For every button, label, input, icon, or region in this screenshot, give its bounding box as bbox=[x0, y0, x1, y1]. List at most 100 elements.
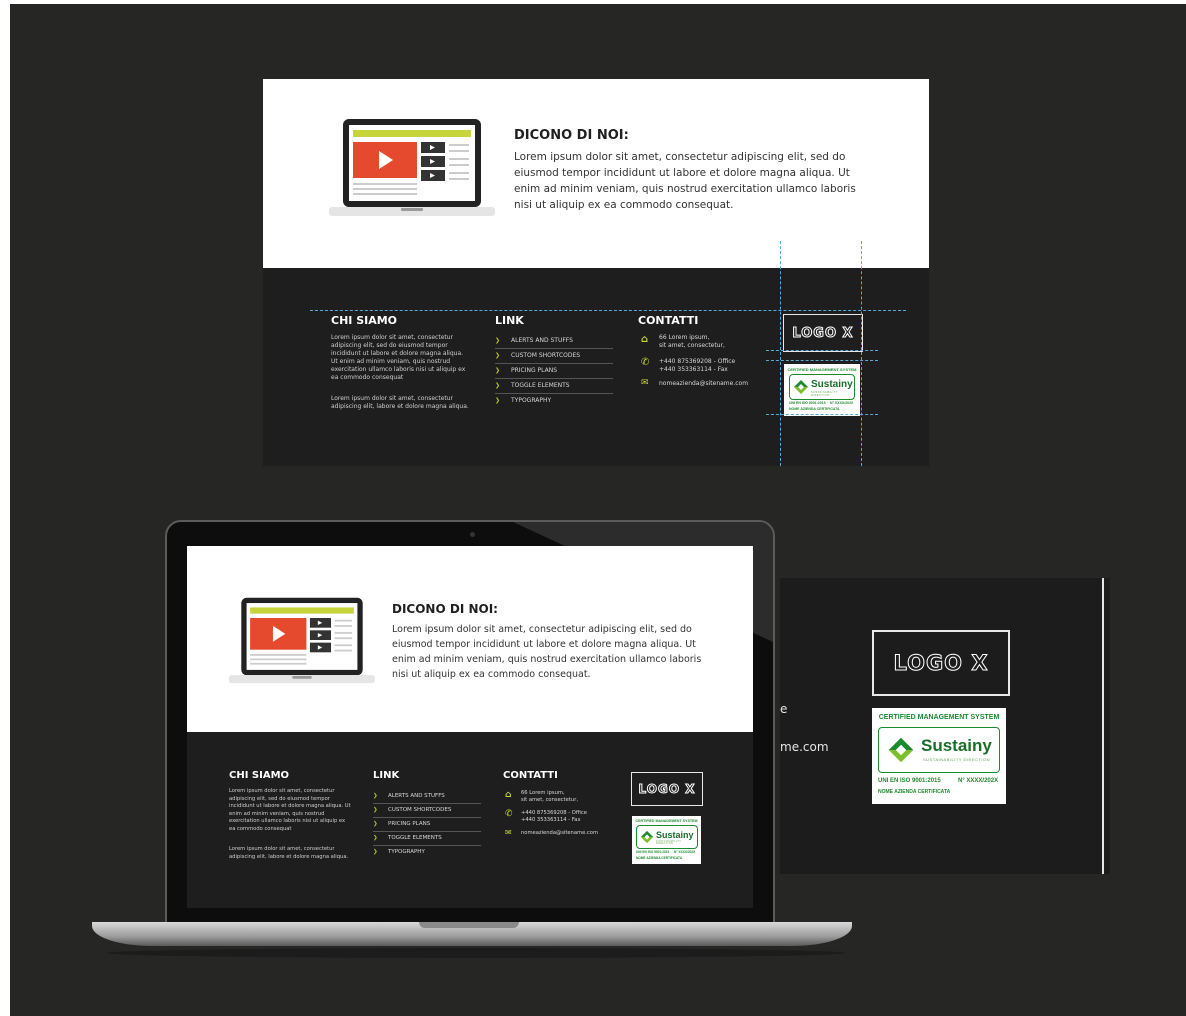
chi-siamo-paragraph-1: Lorem ipsum dolor sit amet, consectetur … bbox=[229, 788, 351, 832]
laptop-mockup-content: DICONO DI NOI: Lorem ipsum dolor sit ame… bbox=[187, 546, 753, 732]
chevron-right-icon: ❯ bbox=[373, 821, 378, 827]
contact-address: ⌂ 66 Lorem ipsum, sit amet, consectetur, bbox=[641, 334, 789, 350]
contact-phone: ✆ +440 875369208 - Office +440 353363114… bbox=[505, 810, 631, 824]
contact-email[interactable]: ✉ nomeazienda@sitename.com bbox=[641, 378, 789, 388]
chevron-right-icon: ❯ bbox=[495, 382, 501, 389]
cert-standard: UNI EN ISO 9001:2015 bbox=[789, 401, 826, 405]
footer-link-typography[interactable]: ❯ TYPOGRAPHY bbox=[373, 846, 481, 859]
contact-email[interactable]: ✉ nomeazienda@sitename.com bbox=[505, 828, 631, 837]
chevron-right-icon: ❯ bbox=[495, 397, 501, 404]
footer-link-typography[interactable]: ❯ TYPOGRAPHY bbox=[495, 394, 613, 408]
laptop-video-illustration bbox=[329, 119, 495, 216]
chevron-right-icon: ❯ bbox=[373, 849, 378, 855]
footer-link-label: TYPOGRAPHY bbox=[388, 849, 425, 855]
footer-link-label: TOGGLE ELEMENTS bbox=[511, 382, 570, 389]
chevron-right-icon: ❯ bbox=[495, 337, 501, 344]
footer-link-toggle[interactable]: ❯ TOGGLE ELEMENTS bbox=[373, 832, 481, 846]
email-text: nomeazienda@sitename.com bbox=[521, 830, 598, 836]
chevron-right-icon: ❯ bbox=[373, 807, 378, 813]
footer-link-list: ❯ ALERTS AND STUFFS ❯ CUSTOM SHORTCODES ❯ P… bbox=[495, 334, 613, 408]
contatti-title: CONTATTI bbox=[503, 770, 558, 781]
link-title: LINK bbox=[373, 770, 400, 781]
address-line-1: 66 Lorem ipsum, bbox=[521, 790, 565, 796]
home-icon: ⌂ bbox=[641, 334, 649, 345]
sustainy-arrows-icon bbox=[888, 737, 914, 763]
laptop-shadow bbox=[106, 948, 846, 958]
cert-brand-box: Sustainy SUSTAINABILITY DIRECTION bbox=[789, 374, 855, 400]
cert-brand-sub: SUSTAINABILITY DIRECTION bbox=[656, 841, 682, 845]
chevron-right-icon: ❯ bbox=[495, 352, 501, 359]
footer-link-toggle[interactable]: ❯ TOGGLE ELEMENTS bbox=[495, 379, 613, 394]
link-title: LINK bbox=[495, 314, 524, 327]
testimonial-body: Lorem ipsum dolor sit amet, consectetur … bbox=[392, 624, 702, 680]
cert-brand-box: Sustainy SUSTAINABILITY DIRECTION bbox=[636, 825, 698, 849]
sustainy-arrows-icon bbox=[640, 830, 654, 844]
email-text: nomeazienda@sitename.com bbox=[659, 380, 749, 387]
footer-link-label: CUSTOM SHORTCODES bbox=[388, 807, 452, 813]
cert-brand: Sustainy bbox=[921, 736, 992, 755]
zoom-panel-edge bbox=[1102, 578, 1104, 874]
logo-x: LOGO X bbox=[783, 314, 863, 352]
laptop-video-illustration bbox=[229, 597, 375, 684]
cert-brand-sub: SUSTAINABILITY DIRECTION bbox=[811, 391, 838, 397]
footer-link-pricing[interactable]: ❯ PRICING PLANS bbox=[373, 818, 481, 832]
guide-line bbox=[780, 241, 781, 466]
testimonial-body: Lorem ipsum dolor sit amet, consectetur … bbox=[514, 151, 856, 211]
laptop-screen-bezel: DICONO DI NOI: Lorem ipsum dolor sit ame… bbox=[165, 520, 775, 932]
footer-link-alerts[interactable]: ❯ ALERTS AND STUFFS bbox=[495, 334, 613, 349]
footer-link-alerts[interactable]: ❯ ALERTS AND STUFFS bbox=[373, 790, 481, 804]
cert-brand: Sustainy bbox=[656, 830, 694, 840]
cert-header: CERTIFIED MANAGEMENT SYSTEM bbox=[635, 819, 698, 823]
laptop-notch bbox=[419, 922, 519, 928]
certification-badge: CERTIFIED MANAGEMENT SYSTEM Sustainy SUS… bbox=[784, 364, 860, 416]
contact-address: ⌂ 66 Lorem ipsum, sit amet, consectetur, bbox=[505, 790, 631, 804]
cert-number: N° XXXX/202X bbox=[958, 778, 999, 784]
guide-line bbox=[310, 310, 906, 311]
cert-number: N° XXXX/202X bbox=[830, 401, 854, 405]
footer-link-label: ALERTS AND STUFFS bbox=[511, 337, 573, 344]
laptop-mockup-footer: CHI SIAMO Lorem ipsum dolor sit amet, co… bbox=[187, 732, 753, 908]
cert-header: CERTIFIED MANAGEMENT SYSTEM bbox=[787, 367, 857, 372]
chi-siamo-title: CHI SIAMO bbox=[229, 770, 290, 781]
mail-icon: ✉ bbox=[641, 378, 649, 388]
top-mockup-footer: CHI SIAMO Lorem ipsum dolor sit amet, co… bbox=[263, 268, 929, 466]
footer-link-pricing[interactable]: ❯ PRICING PLANS bbox=[495, 364, 613, 379]
footer-link-label: TYPOGRAPHY bbox=[511, 397, 552, 404]
phone-line-2: +440 353363114 - Fax bbox=[521, 817, 581, 823]
chevron-right-icon: ❯ bbox=[373, 793, 378, 799]
footer-link-shortcodes[interactable]: ❯ CUSTOM SHORTCODES bbox=[495, 349, 613, 364]
cert-standard: UNI EN ISO 9001:2015 bbox=[636, 850, 670, 854]
address-line-1: 66 Lorem ipsum, bbox=[659, 334, 710, 341]
phone-icon: ✆ bbox=[505, 809, 513, 819]
zoomed-email-fragment: me.com bbox=[780, 740, 829, 754]
top-mockup-content: DICONO DI NOI: Lorem ipsum dolor sit ame… bbox=[263, 79, 929, 268]
contatti-title: CONTATTI bbox=[638, 314, 699, 327]
cert-brand-box: Sustainy SUSTAINABILITY DIRECTION bbox=[878, 727, 1000, 773]
chevron-right-icon: ❯ bbox=[373, 835, 378, 841]
footer-link-label: CUSTOM SHORTCODES bbox=[511, 352, 581, 359]
logo-x: LOGO X bbox=[631, 772, 703, 806]
mail-icon: ✉ bbox=[505, 828, 512, 837]
sustainy-arrows-icon bbox=[794, 380, 808, 394]
cert-header: CERTIFIED MANAGEMENT SYSTEM bbox=[878, 714, 1000, 721]
home-icon: ⌂ bbox=[505, 790, 512, 800]
guide-line bbox=[861, 241, 862, 466]
cert-company: NOME AZIENDA CERTIFICATA bbox=[636, 856, 683, 860]
zoomed-certification-badge: CERTIFIED MANAGEMENT SYSTEM Sustainy SUS… bbox=[872, 708, 1006, 804]
footer-link-label: ALERTS AND STUFFS bbox=[388, 793, 445, 799]
phone-line-1: +440 875369208 - Office bbox=[521, 810, 587, 816]
footer-link-shortcodes[interactable]: ❯ CUSTOM SHORTCODES bbox=[373, 804, 481, 818]
cert-brand: Sustainy bbox=[811, 379, 853, 390]
zoomed-logo-x: LOGO X bbox=[872, 630, 1010, 696]
phone-icon: ✆ bbox=[641, 357, 650, 368]
cert-number: N° XXXX/202X bbox=[674, 850, 696, 854]
address-line-2: sit amet, consectetur, bbox=[521, 797, 578, 803]
certification-badge: CERTIFIED MANAGEMENT SYSTEM Sustainy SUS… bbox=[632, 816, 701, 864]
chi-siamo-paragraph-2: Lorem ipsum dolor sit amet, consectetur … bbox=[229, 846, 349, 860]
chi-siamo-paragraph-1: Lorem ipsum dolor sit amet, consectetur … bbox=[331, 334, 466, 381]
testimonial-title: DICONO DI NOI: bbox=[514, 128, 629, 143]
chi-siamo-title: CHI SIAMO bbox=[331, 314, 398, 327]
testimonial-title: DICONO DI NOI: bbox=[392, 602, 498, 616]
cert-brand-sub: SUSTAINABILITY DIRECTION bbox=[923, 757, 990, 762]
footer-link-list: ❯ ALERTS AND STUFFS ❯ CUSTOM SHORTCODES ❯ P… bbox=[373, 790, 481, 859]
